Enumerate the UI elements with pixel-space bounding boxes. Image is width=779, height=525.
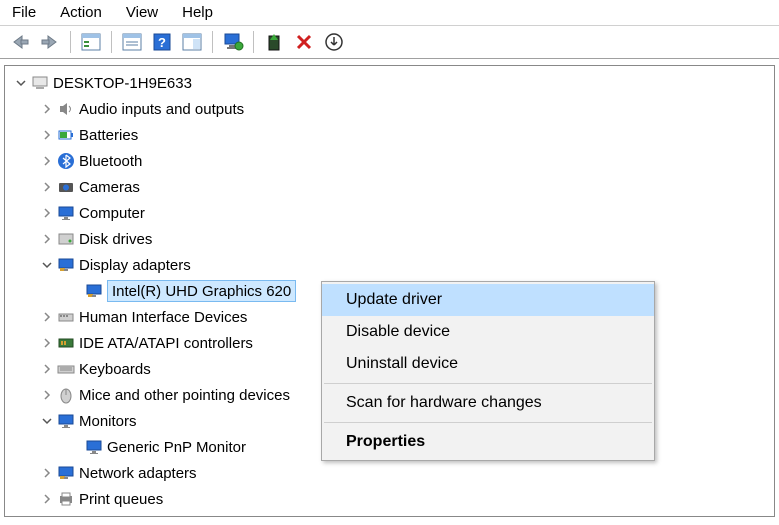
- toolbar-separator: [111, 31, 112, 53]
- tree-item-label: Monitors: [77, 413, 137, 430]
- enable-device-button[interactable]: [260, 29, 288, 55]
- expand-icon[interactable]: [39, 390, 55, 400]
- svg-text:?: ?: [158, 35, 166, 50]
- menu-view[interactable]: View: [126, 4, 158, 21]
- menu-file[interactable]: File: [12, 4, 36, 21]
- tree-item-label: Network adapters: [77, 465, 197, 482]
- context-separator: [324, 422, 652, 423]
- tree-item-network[interactable]: Network adapters: [5, 460, 774, 486]
- tree-item-bluetooth[interactable]: Bluetooth: [5, 148, 774, 174]
- expand-icon[interactable]: [39, 234, 55, 244]
- toolbar-separator: [212, 31, 213, 53]
- tree-item-disk-drives[interactable]: Disk drives: [5, 226, 774, 252]
- tree-item-label: Cameras: [77, 179, 140, 196]
- back-button[interactable]: [6, 29, 34, 55]
- expand-icon[interactable]: [39, 208, 55, 218]
- context-properties[interactable]: Properties: [322, 426, 654, 458]
- context-update-driver[interactable]: Update driver: [322, 284, 654, 316]
- context-disable-device[interactable]: Disable device: [322, 316, 654, 348]
- tree-item-label: Display adapters: [77, 257, 191, 274]
- tree-item-label: Disk drives: [77, 231, 152, 248]
- disk-icon: [55, 230, 77, 248]
- expand-icon[interactable]: [39, 130, 55, 140]
- menu-action[interactable]: Action: [60, 4, 102, 21]
- show-hide-tree-button[interactable]: [77, 29, 105, 55]
- expand-icon[interactable]: [39, 364, 55, 374]
- toolbar-separator: [253, 31, 254, 53]
- context-menu: Update driver Disable device Uninstall d…: [321, 281, 655, 461]
- battery-icon: [55, 126, 77, 144]
- speaker-icon: [55, 100, 77, 118]
- tree-item-label-selected: Intel(R) UHD Graphics 620: [107, 280, 296, 302]
- tree-item-batteries[interactable]: Batteries: [5, 122, 774, 148]
- expand-icon[interactable]: [39, 468, 55, 478]
- expand-icon[interactable]: [13, 78, 29, 88]
- toolbar-separator: [70, 31, 71, 53]
- tree-item-label: Audio inputs and outputs: [77, 101, 244, 118]
- tree-item-label: Mice and other pointing devices: [77, 387, 290, 404]
- forward-button[interactable]: [36, 29, 64, 55]
- context-uninstall-device[interactable]: Uninstall device: [322, 348, 654, 380]
- expand-icon[interactable]: [39, 104, 55, 114]
- expand-icon[interactable]: [39, 494, 55, 504]
- delete-button[interactable]: [290, 29, 318, 55]
- bluetooth-icon: [55, 152, 77, 170]
- tree-item-label: Computer: [77, 205, 145, 222]
- scan-hardware-button[interactable]: [219, 29, 247, 55]
- tree-root-label: DESKTOP-1H9E633: [51, 75, 192, 92]
- hid-icon: [55, 308, 77, 326]
- keyboard-icon: [55, 360, 77, 378]
- expand-icon[interactable]: [39, 156, 55, 166]
- tree-item-label: IDE ATA/ATAPI controllers: [77, 335, 253, 352]
- properties-button[interactable]: [118, 29, 146, 55]
- tree-root[interactable]: DESKTOP-1H9E633: [5, 70, 774, 96]
- toolbar: ?: [0, 26, 779, 59]
- expand-icon[interactable]: [39, 312, 55, 322]
- expand-icon[interactable]: [39, 182, 55, 192]
- collapse-icon[interactable]: [39, 260, 55, 270]
- update-driver-button[interactable]: [320, 29, 348, 55]
- monitor-icon: [55, 204, 77, 222]
- tree-item-label: Keyboards: [77, 361, 151, 378]
- help-button[interactable]: ?: [148, 29, 176, 55]
- expand-icon[interactable]: [39, 338, 55, 348]
- tree-item-label: Generic PnP Monitor: [105, 439, 246, 456]
- network-icon: [55, 464, 77, 482]
- tree-item-display-adapters[interactable]: Display adapters: [5, 252, 774, 278]
- tree-item-cameras[interactable]: Cameras: [5, 174, 774, 200]
- display-adapter-icon: [83, 282, 105, 300]
- camera-icon: [55, 178, 77, 196]
- tree-item-audio[interactable]: Audio inputs and outputs: [5, 96, 774, 122]
- menu-bar: File Action View Help: [0, 0, 779, 26]
- tree-item-label: Bluetooth: [77, 153, 142, 170]
- monitor-icon: [83, 438, 105, 456]
- menu-help[interactable]: Help: [182, 4, 213, 21]
- device-tree: DESKTOP-1H9E633 Audio inputs and outputs…: [4, 65, 775, 517]
- context-scan-hardware[interactable]: Scan for hardware changes: [322, 387, 654, 419]
- tree-item-print-queues[interactable]: Print queues: [5, 486, 774, 512]
- tree-item-label: Human Interface Devices: [77, 309, 247, 326]
- ide-icon: [55, 334, 77, 352]
- printer-icon: [55, 490, 77, 508]
- context-separator: [324, 383, 652, 384]
- tree-item-computer[interactable]: Computer: [5, 200, 774, 226]
- monitor-icon: [55, 412, 77, 430]
- display-adapter-icon: [55, 256, 77, 274]
- tree-item-label: Print queues: [77, 491, 163, 508]
- collapse-icon[interactable]: [39, 416, 55, 426]
- action-pane-button[interactable]: [178, 29, 206, 55]
- mouse-icon: [55, 386, 77, 404]
- tree-item-label: Batteries: [77, 127, 138, 144]
- computer-icon: [29, 74, 51, 92]
